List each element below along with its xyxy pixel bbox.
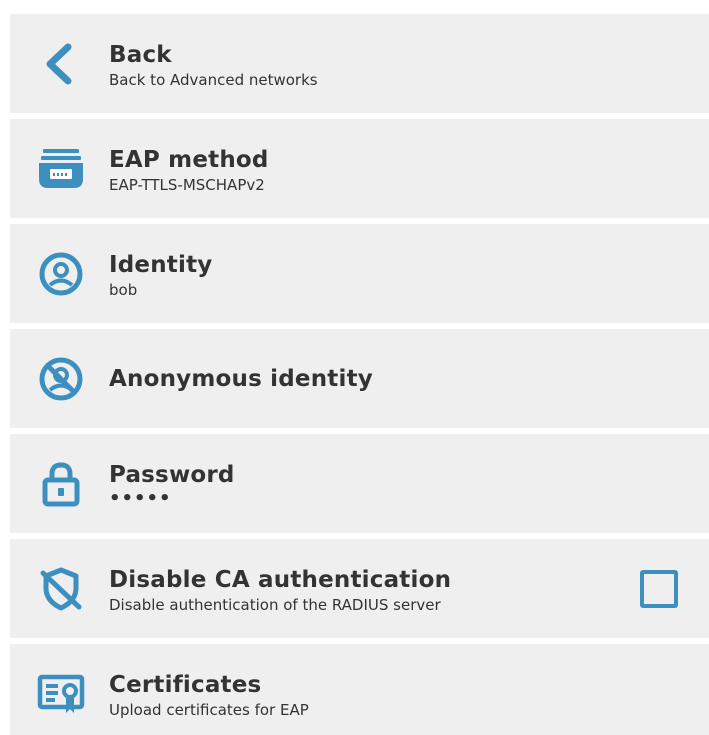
disable-ca-checkbox[interactable]	[640, 569, 678, 608]
eap-method-item[interactable]: EAP method EAP-TTLS-MSCHAPv2	[10, 119, 709, 218]
back-title: Back	[109, 42, 172, 68]
identity-value: bob	[109, 281, 138, 299]
eap-method-icon	[36, 144, 86, 194]
identity-title: Identity	[109, 252, 213, 278]
back-subtitle: Back to Advanced networks	[109, 71, 318, 89]
certificate-icon	[36, 669, 86, 719]
anonymous-user-icon	[36, 354, 86, 404]
password-value: •••••	[109, 488, 172, 509]
lock-icon	[36, 459, 86, 509]
top-strip	[0, 0, 709, 12]
identity-item[interactable]: Identity bob	[10, 224, 709, 323]
certificates-subtitle: Upload certificates for EAP	[109, 701, 309, 719]
disable-ca-item[interactable]: Disable CA authentication Disable authen…	[10, 539, 709, 638]
password-title: Password	[109, 462, 235, 488]
anonymous-identity-item[interactable]: Anonymous identity	[10, 329, 709, 428]
shield-off-icon	[36, 564, 86, 614]
user-circle-icon	[36, 249, 86, 299]
certificates-title: Certificates	[109, 672, 262, 698]
password-item[interactable]: Password •••••	[10, 434, 709, 533]
eap-method-value: EAP-TTLS-MSCHAPv2	[109, 176, 265, 194]
disable-ca-title: Disable CA authentication	[109, 567, 452, 593]
eap-method-title: EAP method	[109, 147, 269, 173]
disable-ca-subtitle: Disable authentication of the RADIUS ser…	[109, 596, 441, 614]
settings-list: Back Back to Advanced networks EAP metho…	[0, 0, 709, 735]
chevron-left-icon	[36, 39, 86, 89]
back-item[interactable]: Back Back to Advanced networks	[10, 14, 709, 113]
certificates-item[interactable]: Certificates Upload certificates for EAP	[10, 644, 709, 735]
anonymous-identity-title: Anonymous identity	[109, 365, 373, 392]
